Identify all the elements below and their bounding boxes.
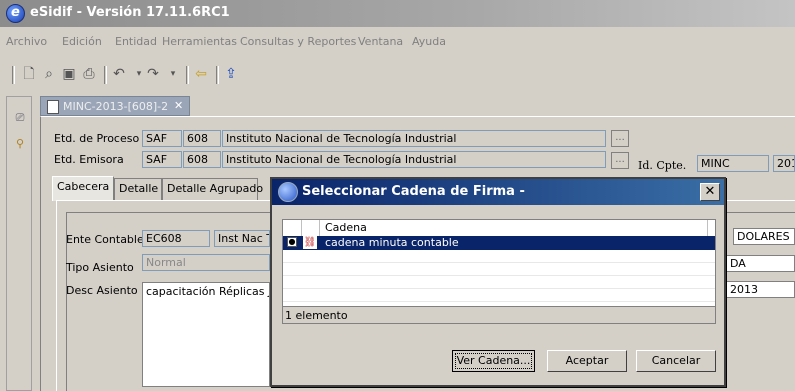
back-arrow-icon[interactable]: ⇦ — [192, 65, 210, 83]
grid-header: Cadena — [283, 220, 715, 237]
redo-icon[interactable]: ↷ — [144, 65, 162, 83]
document-tab[interactable]: MINC-2013-[608]-2 ✕ — [40, 96, 190, 116]
id-cpte-year: 201 — [773, 155, 795, 172]
tree-icon[interactable]: ⚲ — [13, 137, 27, 151]
select-signature-chain-dialog: Seleccionar Cadena de Firma - ✕ Cadena ●… — [270, 177, 726, 387]
menu-consultas-reportes[interactable]: Consultas y Reportes — [240, 35, 356, 48]
row-radio[interactable]: ● — [287, 237, 297, 247]
grid-col-icon — [301, 220, 320, 236]
document-tab-label: MINC-2013-[608]-2 — [63, 100, 169, 113]
left-side-panel: ⎚ ⚲ — [6, 96, 32, 391]
aceptar-button[interactable]: Aceptar — [547, 350, 627, 372]
menu-archivo[interactable]: Archivo — [6, 35, 47, 48]
app-logo-icon — [278, 182, 298, 202]
save-icon[interactable]: ▣ — [60, 65, 78, 83]
desc-asiento-field[interactable]: capacitación Réplicas Ju — [142, 282, 270, 387]
app-logo-icon — [6, 4, 25, 23]
search-icon[interactable]: ⌕ — [40, 65, 58, 83]
cancelar-button[interactable]: Cancelar — [636, 350, 716, 372]
etd-proceso-label: Etd. de Proceso — [54, 132, 140, 145]
right-field-2[interactable]: DA — [726, 255, 795, 272]
dialog-title: Seleccionar Cadena de Firma - — [302, 184, 525, 199]
print-icon[interactable]: ⎙ — [80, 65, 98, 83]
new-document-icon[interactable]: 🗋 — [20, 65, 38, 83]
empty-row — [283, 276, 715, 289]
row-cadena: cadena minuta contable — [325, 236, 459, 249]
tab-detalle-agrupado[interactable]: Detalle Agrupado — [162, 178, 263, 200]
grid-col-end — [707, 220, 716, 236]
menu-herramientas[interactable]: Herramientas — [162, 35, 237, 48]
toolbar-separator — [186, 66, 189, 84]
id-cpte-field: MINC — [697, 155, 769, 172]
etd-emisora-num: 608 — [183, 151, 221, 168]
tipo-asiento-field[interactable]: Normal — [142, 254, 270, 271]
etd-proceso-code: SAF — [142, 130, 182, 147]
grid-footer-count: 1 elemento — [283, 306, 715, 323]
grid-col-select — [283, 220, 302, 236]
moneda-field[interactable]: DOLARES E — [733, 228, 795, 245]
close-icon[interactable]: ✕ — [174, 99, 183, 112]
etd-emisora-name: Instituto Nacional de Tecnología Industr… — [222, 151, 606, 168]
undo-icon[interactable]: ↶ — [110, 65, 128, 83]
etd-proceso-num: 608 — [183, 130, 221, 147]
grid-header-cadena[interactable]: Cadena — [325, 221, 367, 234]
empty-row — [283, 250, 715, 263]
menu-entidad[interactable]: Entidad — [115, 35, 157, 48]
ver-cadena-button[interactable]: Ver Cadena... — [452, 350, 535, 372]
toolbar-separator — [12, 66, 15, 84]
menu-ventana[interactable]: Ventana — [358, 35, 403, 48]
panel-icon[interactable]: ⎚ — [13, 111, 27, 125]
etd-emisora-lookup-button[interactable]: ... — [611, 152, 629, 169]
tab-detalle[interactable]: Detalle — [114, 178, 162, 200]
title-bar: eSidif - Versión 17.11.6RC1 — [0, 0, 795, 27]
toolbar-separator — [104, 66, 107, 84]
etd-emisora-label: Etd. Emisora — [54, 153, 124, 166]
export-icon[interactable]: ⇪ — [222, 65, 240, 83]
empty-row — [283, 289, 715, 302]
chain-grid[interactable]: Cadena ● ⛓ cadena minuta contable 1 elem… — [282, 219, 716, 324]
id-cpte-label: Id. Cpte. — [638, 159, 687, 172]
menu-ayuda[interactable]: Ayuda — [412, 35, 446, 48]
tipo-asiento-label: Tipo Asiento — [66, 261, 134, 274]
ente-contable-label: Ente Contable — [66, 233, 144, 246]
document-icon — [47, 100, 59, 114]
table-row[interactable]: ● ⛓ cadena minuta contable — [283, 236, 715, 250]
etd-proceso-name: Instituto Nacional de Tecnología Industr… — [222, 130, 606, 147]
empty-row — [283, 263, 715, 276]
signature-chain-icon: ⛓ — [303, 236, 317, 249]
ente-contable-code: EC608 — [142, 230, 210, 247]
app-title: eSidif - Versión 17.11.6RC1 — [30, 5, 230, 20]
chevron-down-icon[interactable]: ▾ — [164, 65, 182, 83]
toolbar: 🗋 ⌕ ▣ ⎙ ↶ ▾ ↷ ▾ ⇦ ⇪ — [0, 60, 795, 90]
menu-edicion[interactable]: Edición — [62, 35, 102, 48]
etd-proceso-lookup-button[interactable]: ... — [611, 130, 629, 147]
etd-emisora-code: SAF — [142, 151, 182, 168]
ente-contable-name: Inst Nac T — [214, 230, 270, 247]
toolbar-separator — [216, 66, 219, 84]
menu-bar: Archivo Edición Entidad Herramientas Con… — [0, 27, 795, 60]
close-icon[interactable]: ✕ — [700, 183, 720, 201]
right-field-3[interactable]: 2013 — [726, 281, 795, 298]
tab-cabecera[interactable]: Cabecera — [52, 176, 114, 201]
desc-asiento-label: Desc Asiento — [66, 284, 138, 297]
dialog-title-bar[interactable]: Seleccionar Cadena de Firma - ✕ — [272, 179, 724, 205]
